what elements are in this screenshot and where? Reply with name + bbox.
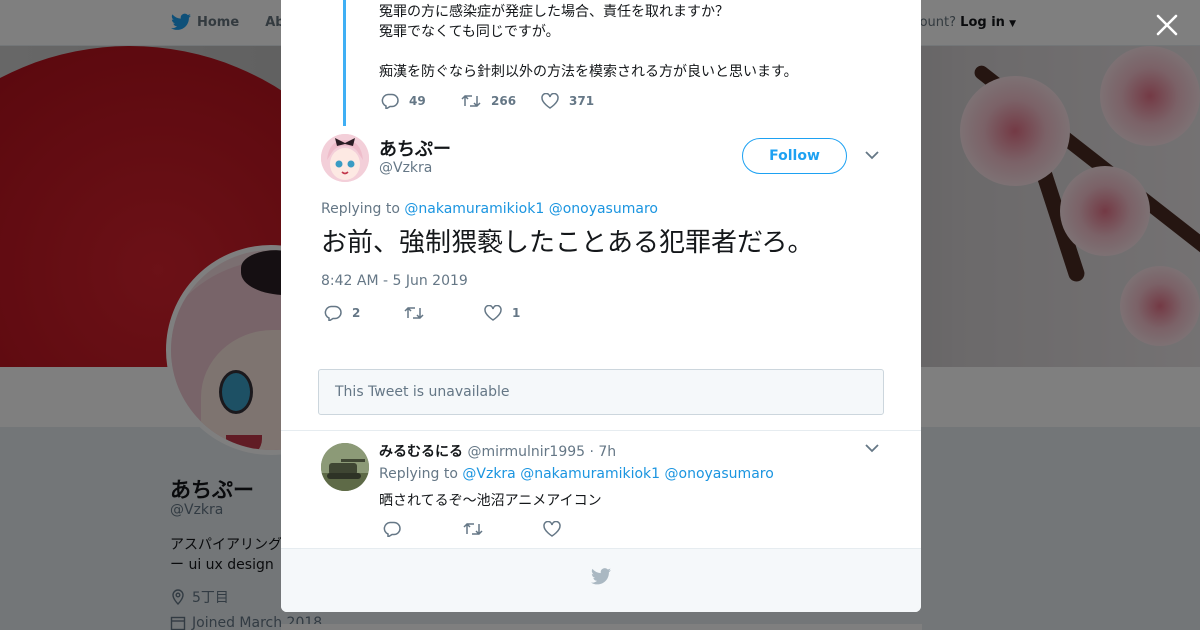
parent-tweet-line: 冤罪の方に感染症が発症した場合、責任を取れますか？ [379,4,729,20]
parent-tweet-line: 痴漢を防ぐなら針刺以外の方法を模索される方が良いと思います。 [379,64,798,80]
parent-tweet-actions: 49 266 371 [381,93,594,109]
reply-actions [383,521,571,537]
reply-count: 49 [409,94,426,108]
reply-author-name[interactable]: みるむるにる [379,444,463,460]
retweet-button[interactable] [463,521,543,537]
reply-count: 2 [352,306,361,320]
replying-to-label: Replying to [321,201,400,217]
tweet-actions: 2 1 [324,305,520,321]
replying-to-label: Replying to [379,466,458,482]
chevron-down-icon[interactable] [865,150,879,160]
parent-tweet-text: 冤罪の方に感染症が発症した場合、責任を取れますか？ 冤罪でなくても同じですが。 … [379,2,798,82]
close-icon[interactable] [1152,10,1182,40]
tweet-text: お前、強制猥褻したことある犯罪者だろ。 [321,228,814,258]
reply-author-handle[interactable]: @mirmulnir1995 [467,444,585,460]
divider [281,430,921,431]
tank-avatar-image [321,443,369,491]
replying-to: Replying to @nakamuramikiok1 @onoyasumar… [321,201,658,217]
twitter-bird-icon [591,568,611,585]
reply-button[interactable]: 2 [324,305,404,321]
like-button[interactable]: 1 [484,305,520,321]
tweet-timestamp[interactable]: 8:42 AM - 5 Jun 2019 [321,273,468,289]
parent-tweet-line [379,42,798,62]
reply-button[interactable]: 49 [381,93,461,109]
mention-link[interactable]: @nakamuramikiok1 [404,201,544,217]
like-button[interactable] [543,521,571,537]
conversation-thread-line [343,0,346,126]
follow-button[interactable]: Follow [742,138,847,174]
reply-text: 晒されてるぞ～池沼アニメアイコン [379,493,602,509]
mention-link[interactable]: @onoyasumaro [665,466,774,482]
reply-icon [324,305,342,321]
mention-link[interactable]: @nakamuramikiok1 [520,466,660,482]
reply-icon [383,521,401,537]
reply-time[interactable]: · 7h [590,444,617,460]
avatar[interactable] [321,443,369,491]
avatar[interactable] [321,134,369,182]
mention-link[interactable]: @onoyasumaro [549,201,658,217]
mention-link[interactable]: @Vzkra [462,466,515,482]
reply-icon [381,93,399,109]
like-count: 1 [512,306,521,320]
reply-button[interactable] [383,521,463,537]
heart-icon [541,93,559,109]
tweet-author-handle[interactable]: @Vzkra [379,160,432,176]
tweet-author-name[interactable]: あちぷー [379,135,451,161]
heart-icon [543,521,561,537]
tweet-permalink-modal: 冤罪の方に感染症が発症した場合、責任を取れますか？ 冤罪でなくても同じですが。 … [281,0,921,612]
heart-icon [484,305,502,321]
reply-header: みるむるにる @mirmulnir1995 · 7h [379,441,616,461]
chevron-down-icon[interactable] [865,443,879,453]
modal-footer [281,548,921,612]
retweet-button[interactable]: 266 [461,93,541,109]
retweet-count: 266 [491,94,517,108]
retweet-icon [404,306,424,320]
retweet-icon [463,522,483,536]
replying-to: Replying to @Vzkra @nakamuramikiok1 @ono… [379,466,774,482]
unavailable-tweet-notice: This Tweet is unavailable [318,369,884,415]
retweet-button[interactable] [404,305,484,321]
retweet-icon [461,94,481,108]
anime-avatar-image [321,134,369,182]
like-button[interactable]: 371 [541,93,594,109]
parent-tweet-line: 冤罪でなくても同じですが。 [379,24,560,40]
like-count: 371 [569,94,595,108]
